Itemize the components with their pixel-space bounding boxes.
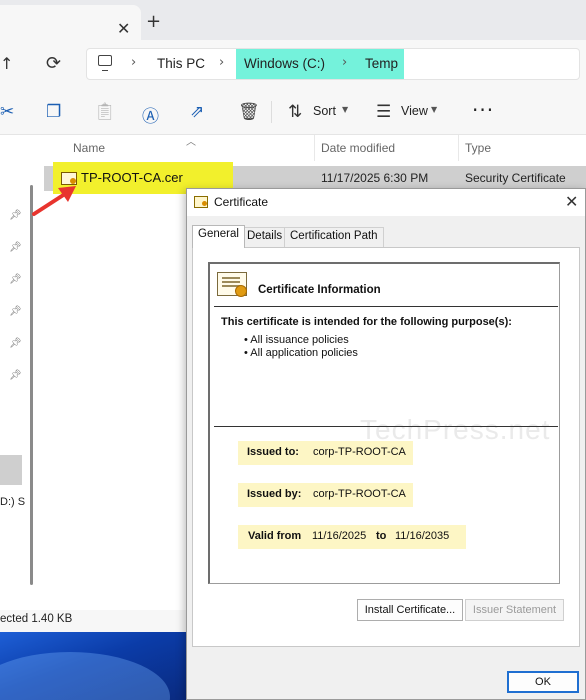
view-icon[interactable]: ☰ [376, 102, 391, 122]
pin-icon[interactable]: 📌︎ [9, 306, 22, 317]
install-certificate-button[interactable]: Install Certificate... [357, 599, 463, 621]
close-tab-icon[interactable]: ✕ [117, 19, 130, 38]
status-text: ected 1.40 KB [0, 613, 73, 625]
general-tab-panel: Certificate Information This certificate… [192, 247, 580, 647]
dialog-title: Certificate [214, 195, 269, 209]
certificate-info-box: Certificate Information This certificate… [208, 262, 560, 584]
valid-to-label: to [376, 530, 387, 542]
more-options-icon[interactable]: ··· [472, 98, 494, 122]
pin-icon[interactable]: 📌︎ [9, 210, 22, 221]
share-icon[interactable]: ⇗ [190, 102, 204, 122]
tab-details[interactable]: Details [241, 227, 289, 247]
chevron-right-icon[interactable]: › [342, 55, 347, 70]
certificate-icon [217, 272, 247, 297]
desktop-wallpaper [0, 632, 186, 700]
issued-by-value: corp-TP-ROOT-CA [313, 488, 406, 500]
issuer-statement-button[interactable]: Issuer Statement [465, 599, 564, 621]
valid-from-label: Valid from [248, 530, 302, 542]
file-date-modified: 11/17/2025 6:30 PM [321, 171, 429, 185]
breadcrumb-windows-c[interactable]: Windows (C:) [244, 56, 325, 71]
divider [214, 306, 558, 307]
computer-icon[interactable] [98, 55, 112, 71]
view-button[interactable]: View [401, 104, 428, 118]
issued-by-field: Issued by: corp-TP-ROOT-CA [238, 483, 413, 507]
pin-icon[interactable]: 📌︎ [9, 338, 22, 349]
new-tab-icon[interactable]: + [146, 11, 161, 32]
column-divider[interactable] [458, 135, 459, 161]
nav-item-selected[interactable] [0, 455, 22, 485]
address-row: ↑ ⟳ › This PC › Windows (C:) › Temp [0, 40, 586, 88]
chevron-down-icon[interactable]: ▼ [431, 105, 437, 114]
purpose-heading: This certificate is intended for the fol… [221, 316, 512, 328]
tab-general[interactable]: General [192, 225, 245, 248]
valid-to-value: 11/16/2035 [395, 530, 450, 542]
valid-from-value: 11/16/2025 [312, 530, 367, 542]
column-header-date[interactable]: Date modified [321, 141, 395, 155]
column-header-type[interactable]: Type [465, 141, 491, 155]
rename-icon[interactable]: Ⓐ [142, 102, 159, 127]
chevron-down-icon[interactable]: ▼ [342, 105, 348, 114]
red-arrow-annotation [32, 186, 76, 216]
cut-icon[interactable]: ✂ [0, 102, 14, 122]
validity-field: Valid from 11/16/2025 to 11/16/2035 [238, 525, 466, 549]
column-header-name[interactable]: Name [73, 141, 105, 155]
divider [214, 426, 558, 427]
pin-icon[interactable]: 📌︎ [9, 370, 22, 381]
tab-certification-path[interactable]: Certification Path [284, 227, 384, 247]
column-divider[interactable] [314, 135, 315, 161]
dialog-title-bar[interactable]: Certificate ✕ [187, 189, 585, 216]
chevron-right-icon[interactable]: › [131, 55, 136, 70]
certificate-dialog: Certificate ✕ General Details Certificat… [186, 188, 586, 700]
close-icon[interactable]: ✕ [565, 192, 578, 211]
refresh-icon[interactable]: ⟳ [46, 53, 61, 74]
purpose-item: • All application policies [244, 347, 358, 359]
purpose-item: • All issuance policies [244, 334, 349, 346]
command-bar: ✂ ❐ 📋︎ Ⓐ ⇗ 🗑︎ ⇅ Sort ▼ ☰ View ▼ ··· [0, 88, 586, 135]
pin-icon[interactable]: 📌︎ [9, 274, 22, 285]
chevron-right-icon[interactable]: › [219, 55, 224, 70]
ok-button[interactable]: OK [507, 671, 579, 693]
delete-icon[interactable]: 🗑︎ [238, 102, 260, 122]
issued-to-value: corp-TP-ROOT-CA [313, 446, 406, 458]
status-bar: ected 1.40 KB [0, 610, 186, 632]
sort-button[interactable]: Sort [313, 104, 336, 118]
explorer-tab-bar: ✕ + [0, 0, 586, 40]
file-name[interactable]: TP-ROOT-CA.cer [81, 170, 183, 185]
sort-icon[interactable]: ⇅ [288, 102, 302, 122]
certificate-info-title: Certificate Information [258, 284, 381, 296]
breadcrumb-this-pc[interactable]: This PC [157, 56, 205, 71]
copy-icon[interactable]: ❐ [46, 102, 61, 122]
issued-to-label: Issued to: [247, 446, 299, 458]
paste-icon[interactable]: 📋︎ [94, 102, 116, 122]
breadcrumb-temp[interactable]: Temp [365, 56, 398, 71]
address-bar[interactable]: › This PC › Windows (C:) › Temp [86, 48, 580, 80]
sort-caret-icon: ︿ [186, 137, 196, 148]
explorer-tab[interactable]: ✕ [0, 5, 141, 40]
pin-icon[interactable]: 📌︎ [9, 242, 22, 253]
issued-to-field: Issued to: corp-TP-ROOT-CA [238, 441, 413, 465]
file-type: Security Certificate [465, 171, 566, 185]
nav-scrollbar[interactable] [30, 185, 33, 585]
certificate-icon [194, 196, 208, 208]
toolbar-divider [271, 101, 272, 123]
issued-by-label: Issued by: [247, 488, 302, 500]
nav-item-drive[interactable]: D:) S [0, 496, 25, 508]
up-arrow-icon[interactable]: ↑ [0, 54, 13, 73]
